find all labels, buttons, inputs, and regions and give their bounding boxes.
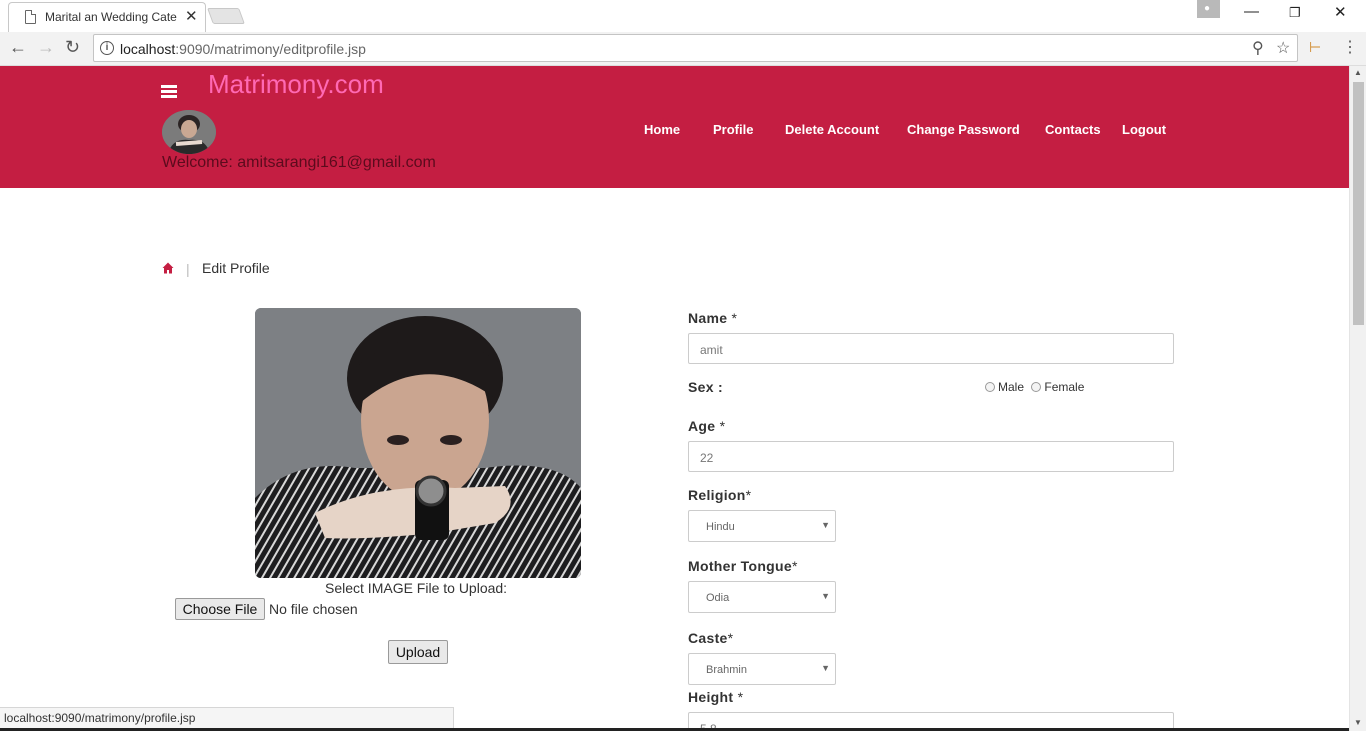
site-header: Matrimony.com Welcome: amitsarangi161@gm… [0,66,1349,188]
name-label-text: Name [688,310,728,326]
male-radio-label: Male [998,380,1025,394]
height-label: Height * [688,689,743,705]
name-label: Name * [688,310,737,326]
brand-logo[interactable]: Matrimony.com [208,69,384,100]
nav-change-password[interactable]: Change Password [907,122,1020,137]
url-host: localhost [120,41,176,57]
tab-title: Marital an Wedding Cate [45,10,177,24]
chevron-down-icon: ▼ [821,663,830,673]
nav-delete-account[interactable]: Delete Account [785,122,879,137]
height-label-text: Height [688,689,734,705]
chevron-down-icon: ▼ [821,520,830,530]
upload-label: Select IMAGE File to Upload: [325,580,508,596]
age-label-text: Age [688,418,716,434]
close-tab-icon[interactable]: ✕ [185,7,198,25]
page-icon [25,10,36,24]
required-mark: * [737,689,744,705]
required-mark: * [791,558,798,574]
mother-tongue-label-text: Mother Tongue [688,558,792,574]
reload-icon[interactable]: ↻ [65,37,80,58]
restore-icon[interactable]: ❐ [1289,5,1301,21]
scrollbar-thumb[interactable] [1353,82,1364,325]
address-bar[interactable]: i localhost:9090/matrimony/editprofile.j… [93,34,1298,62]
breadcrumb-separator: | [186,261,190,277]
hamburger-menu-icon[interactable] [161,85,177,98]
welcome-text: Welcome: amitsarangi161@gmail.com [162,154,436,172]
page-scrollbar[interactable]: ▲ ▼ [1349,66,1366,731]
age-input[interactable]: 22 [688,441,1174,472]
back-arrow-icon[interactable]: ← [9,37,27,58]
info-icon[interactable]: i [100,41,114,55]
profile-photo [255,308,581,578]
scroll-down-icon[interactable]: ▼ [1354,718,1362,727]
sex-radio-group: Male Female [985,380,1084,394]
male-radio[interactable] [985,382,995,392]
minimize-icon[interactable]: — [1244,3,1259,20]
extension-icon[interactable]: ⊢ [1309,39,1321,56]
nav-contacts[interactable]: Contacts [1045,122,1101,137]
required-mark: * [745,487,752,503]
mother-tongue-value: Odia [706,592,730,604]
caste-label-text: Caste [688,630,728,646]
page: Matrimony.com Welcome: amitsarangi161@gm… [0,66,1349,731]
url-text: localhost:9090/matrimony/editprofile.jsp [120,41,366,57]
bookmark-star-icon[interactable]: ☆ [1276,38,1290,58]
required-mark: * [727,630,734,646]
religion-value: Hindu [706,521,735,533]
sex-label: Sex : [688,379,723,395]
caste-label: Caste* [688,630,733,646]
chevron-down-icon: ▼ [821,591,830,601]
welcome-prefix: Welcome: [162,154,238,171]
avatar [162,110,216,154]
nav-logout[interactable]: Logout [1122,122,1166,137]
name-input[interactable]: amit [688,333,1174,364]
mother-tongue-label: Mother Tongue* [688,558,798,574]
browser-titlebar: Marital an Wedding Cate ✕ ● — ❐ ✕ [0,0,1366,32]
female-radio-label: Female [1044,380,1085,394]
upload-button[interactable]: Upload [388,640,448,664]
age-label: Age * [688,418,725,434]
nav-profile[interactable]: Profile [713,122,753,137]
required-mark: * [731,310,738,326]
browser-tab[interactable]: Marital an Wedding Cate ✕ [8,2,206,32]
browser-menu-icon[interactable]: ⋮ [1342,37,1358,57]
scroll-up-icon[interactable]: ▲ [1354,68,1362,77]
url-path: :9090/matrimony/editprofile.jsp [175,41,366,57]
mother-tongue-select[interactable]: Odia ▼ [688,581,836,613]
zoom-icon[interactable]: ⚲ [1252,38,1264,58]
person-icon: ● [1204,3,1211,14]
caste-select[interactable]: Brahmin ▼ [688,653,836,685]
required-mark: * [719,418,726,434]
breadcrumb-current: Edit Profile [202,260,270,276]
welcome-email: amitsarangi161@gmail.com [237,154,436,171]
no-file-text: No file chosen [269,601,358,617]
religion-label: Religion* [688,487,751,503]
home-icon[interactable] [162,262,174,274]
religion-select[interactable]: Hindu ▼ [688,510,836,542]
nav-home[interactable]: Home [644,122,680,137]
status-bar: localhost:9090/matrimony/profile.jsp [0,707,454,728]
religion-label-text: Religion [688,487,746,503]
forward-arrow-icon[interactable]: → [37,37,55,58]
choose-file-button[interactable]: Choose File [175,598,265,620]
browser-profile-button[interactable]: ● [1197,0,1220,18]
caste-value: Brahmin [706,664,747,676]
window-close-icon[interactable]: ✕ [1334,3,1347,21]
new-tab-button[interactable] [207,8,245,24]
female-radio[interactable] [1031,382,1042,392]
browser-toolbar: ← → ↻ i localhost:9090/matrimony/editpro… [0,32,1366,66]
